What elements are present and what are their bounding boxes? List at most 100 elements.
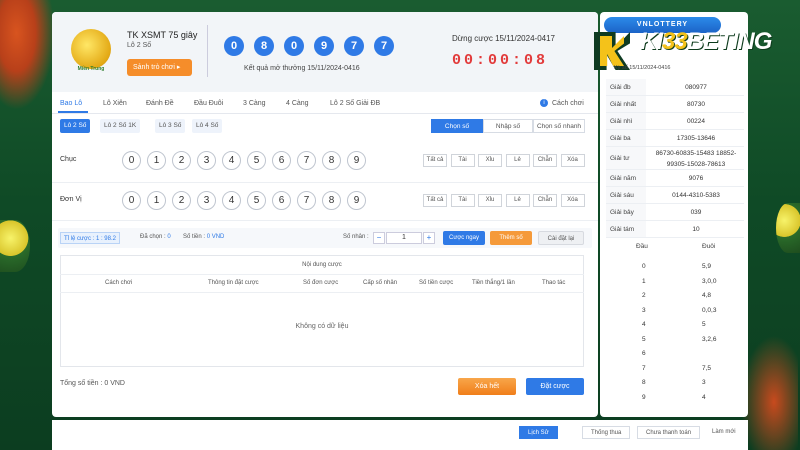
result-ball: 8 (254, 36, 274, 56)
result-ball: 7 (344, 36, 364, 56)
digit-ball[interactable]: 0 (122, 191, 141, 210)
digit-ball[interactable]: 9 (347, 191, 366, 210)
brand-wordmark: KI33BETING (640, 28, 772, 56)
subtab-lo-4-so[interactable]: Lô 4 Số (192, 119, 223, 133)
digit-ball[interactable]: 9 (347, 151, 366, 170)
place-bet-button[interactable]: Đặt cược (526, 378, 584, 395)
quick-select-button[interactable]: Xỉu (478, 194, 502, 207)
digit-ball[interactable]: 6 (272, 151, 291, 170)
tab-3-cang[interactable]: 3 Càng (243, 100, 266, 107)
mode-nhap-so[interactable]: Nhập số (483, 119, 533, 133)
refresh-button[interactable]: Làm mới (704, 426, 744, 439)
digit-ball[interactable]: 3 (197, 191, 216, 210)
tab-lost[interactable]: Thống thua (582, 426, 631, 439)
result-prize-value: 80730 (686, 101, 706, 108)
tab-4-cang[interactable]: 4 Càng (286, 100, 309, 107)
digit-ball[interactable]: 3 (197, 151, 216, 170)
digit-ball[interactable]: 6 (272, 191, 291, 210)
quick-select-button[interactable]: Tài (450, 194, 475, 207)
quick-bet-button[interactable]: Cược ngay (443, 231, 485, 245)
quick-select-button[interactable]: Chẵn (533, 194, 557, 207)
result-row: Giải tám 10 (606, 221, 744, 238)
duoi-value: 4 (702, 393, 706, 401)
digit-ball[interactable]: 0 (122, 151, 141, 170)
quick-select-button[interactable]: Tất cả (423, 194, 447, 207)
add-number-button[interactable]: Thêm số (490, 231, 532, 245)
result-ball: 0 (224, 36, 244, 56)
rules-link[interactable]: Cách chơi (552, 100, 584, 107)
result-row: Giải năm 9076 (606, 170, 744, 187)
tab-lo-2-so-giai-db[interactable]: Lô 2 Số Giải ĐB (330, 100, 380, 107)
dau-duoi-row: 7 7,5 (606, 363, 744, 377)
game-logo (71, 29, 111, 69)
active-tab-indicator (58, 111, 88, 113)
digit-ball[interactable]: 7 (297, 191, 316, 210)
quick-select-button[interactable]: Lẻ (505, 194, 530, 207)
tab-lo-xien[interactable]: Lô Xiên (103, 100, 127, 107)
reset-button[interactable]: Cài đặt lại (538, 231, 584, 245)
result-prize-label: Giải đb (606, 79, 646, 95)
duoi-header: Đuôi (702, 243, 716, 250)
digit-ball[interactable]: 4 (222, 191, 241, 210)
subtab-lo-2-so-1k[interactable]: Lô 2 Số 1K (100, 119, 141, 133)
table-header: Thao tác (542, 280, 566, 286)
digit-ball[interactable]: 2 (172, 151, 191, 170)
duoi-value: 5 (702, 321, 706, 328)
results-period: Kỳ số 15/11/2024-0416 (614, 65, 671, 71)
result-prize-value: 080977 (685, 84, 707, 91)
selected-value: 0 (167, 234, 171, 240)
tab-bao-lo[interactable]: Bao Lô (60, 100, 82, 107)
dau-value: 2 (642, 292, 646, 299)
digit-ball[interactable]: 2 (172, 191, 191, 210)
tab-unpaid[interactable]: Chưa thanh toán (637, 426, 701, 439)
result-prize-label: Giải tư (606, 147, 646, 169)
digit-ball[interactable]: 7 (297, 151, 316, 170)
row-divider (52, 220, 598, 221)
mode-chon-so-nhanh[interactable]: Chọn số nhanh (533, 119, 585, 133)
digit-ball[interactable]: 4 (222, 151, 241, 170)
quick-select-button[interactable]: Xỉu (478, 154, 502, 167)
dau-duoi-row: 3 0,0,3 (606, 305, 744, 319)
subtab-lo-3-so[interactable]: Lô 3 Số (155, 119, 186, 133)
multiplier-increment[interactable]: + (423, 232, 435, 244)
result-prize-value: 039 (690, 209, 702, 216)
digit-ball[interactable]: 8 (322, 191, 341, 210)
digit-ball[interactable]: 1 (147, 191, 166, 210)
info-icon: i (540, 99, 548, 107)
digit-ball[interactable]: 5 (247, 151, 266, 170)
tab-danh-de[interactable]: Đánh Đề (146, 100, 174, 107)
quick-select-button[interactable]: Chẵn (533, 154, 557, 167)
result-prize-value: 86730-60835-15483 18852-99305-15028-7861… (655, 150, 737, 168)
result-prize-label: Giải năm (606, 170, 646, 186)
amount-summary: Số tiền : 0 VND (183, 234, 224, 240)
digit-ball[interactable]: 1 (147, 151, 166, 170)
duoi-value: 3,0,0 (702, 277, 717, 285)
quick-select-button[interactable]: Tất cả (423, 154, 447, 167)
subtab-lo-2-so[interactable]: Lô 2 Số (60, 119, 91, 133)
quick-select-button[interactable]: Xóa (560, 154, 585, 167)
duoi-value: 0,0,3 (702, 306, 717, 314)
dau-duoi-row: 94 (606, 392, 744, 406)
dau-value: 4 (642, 321, 646, 328)
quick-select-button[interactable]: Xóa (560, 194, 585, 207)
total-value: 0 VND (104, 380, 125, 387)
selected-label: Đã chọn : (140, 234, 166, 240)
result-row: Giải sáu 0144-4310-5383 (606, 187, 744, 204)
quick-select-button[interactable]: Lẻ (505, 154, 530, 167)
mode-chon-so[interactable]: Chọn số (431, 119, 483, 133)
dau-duoi-row: 5 3,2,6 (606, 334, 744, 348)
result-prize-label: Giải tám (606, 221, 646, 237)
quick-select-button[interactable]: Tài (450, 154, 475, 167)
table-header: Số tiền cược (419, 280, 454, 286)
tab-dau-duoi[interactable]: Đầu Đuôi (194, 100, 223, 107)
digit-ball[interactable]: 5 (247, 191, 266, 210)
lobby-button[interactable]: Sảnh trò chơi ▸ (127, 59, 192, 76)
tab-history[interactable]: Lịch Sử (519, 426, 558, 439)
dau-duoi-row: 1 3,0,0 (606, 276, 744, 290)
multiplier-input[interactable]: 1 (386, 232, 422, 244)
clear-all-button[interactable]: Xóa hết (458, 378, 516, 395)
multiplier-decrement[interactable]: − (373, 232, 385, 244)
duoi-value: 4,8 (702, 292, 712, 299)
digit-ball[interactable]: 8 (322, 151, 341, 170)
duoi-value: 5,9 (702, 263, 712, 270)
